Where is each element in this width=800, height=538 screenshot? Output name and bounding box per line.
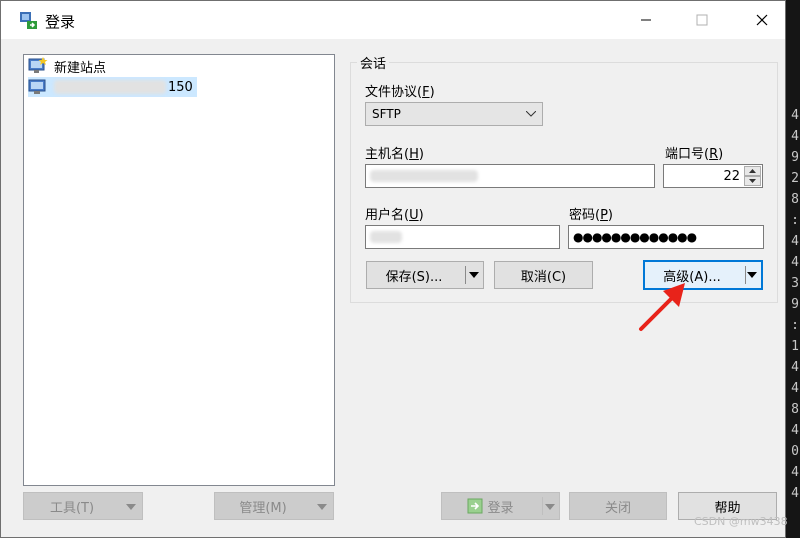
- background-terminal: 4 4 9 2 8: 4 4 3 9: 1 4 4 8 4 0 4 4: [784, 0, 800, 538]
- terminal-char: 8: [791, 402, 799, 417]
- close-window-button[interactable]: [739, 1, 785, 39]
- host-input[interactable]: [365, 164, 655, 188]
- tree-item-label: 新建站点: [54, 60, 107, 76]
- password-value: ●●●●●●●●●●●●●: [573, 230, 697, 244]
- password-input[interactable]: ●●●●●●●●●●●●●: [568, 225, 764, 249]
- site-tree[interactable]: 新建站点 150: [23, 54, 335, 486]
- site-computer-icon: [28, 79, 46, 94]
- dropdown-arrow-icon: [545, 504, 555, 510]
- port-value: 22: [723, 168, 740, 184]
- terminal-char: 4: [791, 486, 799, 501]
- tree-item-saved-site[interactable]: 150: [28, 77, 197, 97]
- terminal-char: 4: [791, 255, 799, 270]
- terminal-char: 2: [791, 171, 799, 186]
- maximize-button[interactable]: [679, 1, 725, 39]
- save-label: 保存(S)...: [385, 269, 443, 285]
- dropdown-arrow-icon[interactable]: [469, 272, 479, 278]
- manage-label: 管理(M): [239, 500, 287, 516]
- minimize-icon: [641, 19, 651, 21]
- tree-item-label: 150: [168, 79, 193, 95]
- protocol-label: 文件协议(F): [365, 85, 435, 100]
- terminal-char: 9: [791, 297, 799, 312]
- close-label: 关闭: [604, 500, 631, 516]
- terminal-char: :: [791, 318, 799, 333]
- login-button[interactable]: 登录: [441, 492, 560, 520]
- login-label: 登录: [487, 500, 514, 516]
- terminal-char: 4: [791, 360, 799, 375]
- protocol-select[interactable]: SFTP: [365, 102, 543, 126]
- port-spinner[interactable]: [744, 166, 761, 186]
- password-label: 密码(P): [569, 208, 613, 223]
- dropdown-arrow-icon: [317, 504, 327, 510]
- cancel-button[interactable]: 取消(C): [494, 261, 593, 289]
- session-group-label: 会话: [357, 53, 390, 72]
- protocol-value: SFTP: [372, 107, 401, 121]
- split-separator: [745, 266, 746, 284]
- terminal-char: 3: [791, 276, 799, 291]
- host-label: 主机名(H): [365, 147, 424, 162]
- login-dialog: 登录 新建站点 150 会话 文件协议(F) SFTP 主机名(H) 端口号(R…: [0, 0, 786, 538]
- terminal-char: 4: [791, 129, 799, 144]
- terminal-char: 9: [791, 150, 799, 165]
- split-separator: [465, 266, 466, 284]
- terminal-char: 4: [791, 465, 799, 480]
- terminal-char: 4: [791, 381, 799, 396]
- terminal-char: 4: [791, 234, 799, 249]
- split-separator: [542, 497, 543, 515]
- spin-down-icon[interactable]: [744, 176, 761, 186]
- terminal-char: 4: [791, 423, 799, 438]
- maximize-icon: [696, 14, 708, 26]
- login-icon: [467, 498, 483, 514]
- chevron-down-icon: [526, 111, 536, 117]
- minimize-button[interactable]: [623, 1, 669, 39]
- new-site-icon: [28, 57, 48, 73]
- redacted-host: [54, 80, 166, 94]
- manage-button[interactable]: 管理(M): [214, 492, 334, 520]
- redacted-host: [370, 170, 478, 182]
- port-label: 端口号(R): [665, 147, 724, 162]
- help-label: 帮助: [714, 500, 741, 516]
- redacted-user: [370, 231, 402, 243]
- tools-button[interactable]: 工具(T): [23, 492, 143, 520]
- tree-item-new-site[interactable]: 新建站点: [28, 56, 110, 76]
- dropdown-arrow-icon[interactable]: [747, 272, 757, 278]
- watermark: CSDN @mw3438: [694, 515, 788, 528]
- window-title: 登录: [45, 13, 76, 31]
- user-label: 用户名(U): [365, 208, 424, 223]
- terminal-char: :: [791, 213, 799, 228]
- save-button[interactable]: 保存(S)...: [366, 261, 484, 289]
- terminal-char: 0: [791, 444, 799, 459]
- spin-up-icon[interactable]: [744, 166, 761, 176]
- terminal-char: 8: [791, 192, 799, 207]
- title-bar: 登录: [1, 1, 785, 39]
- port-input[interactable]: 22: [663, 164, 763, 188]
- tools-label: 工具(T): [49, 500, 95, 516]
- terminal-char: 4: [791, 108, 799, 123]
- terminal-char: 1: [791, 339, 799, 354]
- close-button[interactable]: 关闭: [569, 492, 667, 520]
- annotation-arrow-icon: [639, 283, 685, 331]
- winscp-app-icon: [20, 12, 37, 29]
- user-input[interactable]: [365, 225, 560, 249]
- dropdown-arrow-icon: [126, 504, 136, 510]
- cancel-label: 取消(C): [520, 269, 567, 285]
- close-icon: [756, 14, 768, 26]
